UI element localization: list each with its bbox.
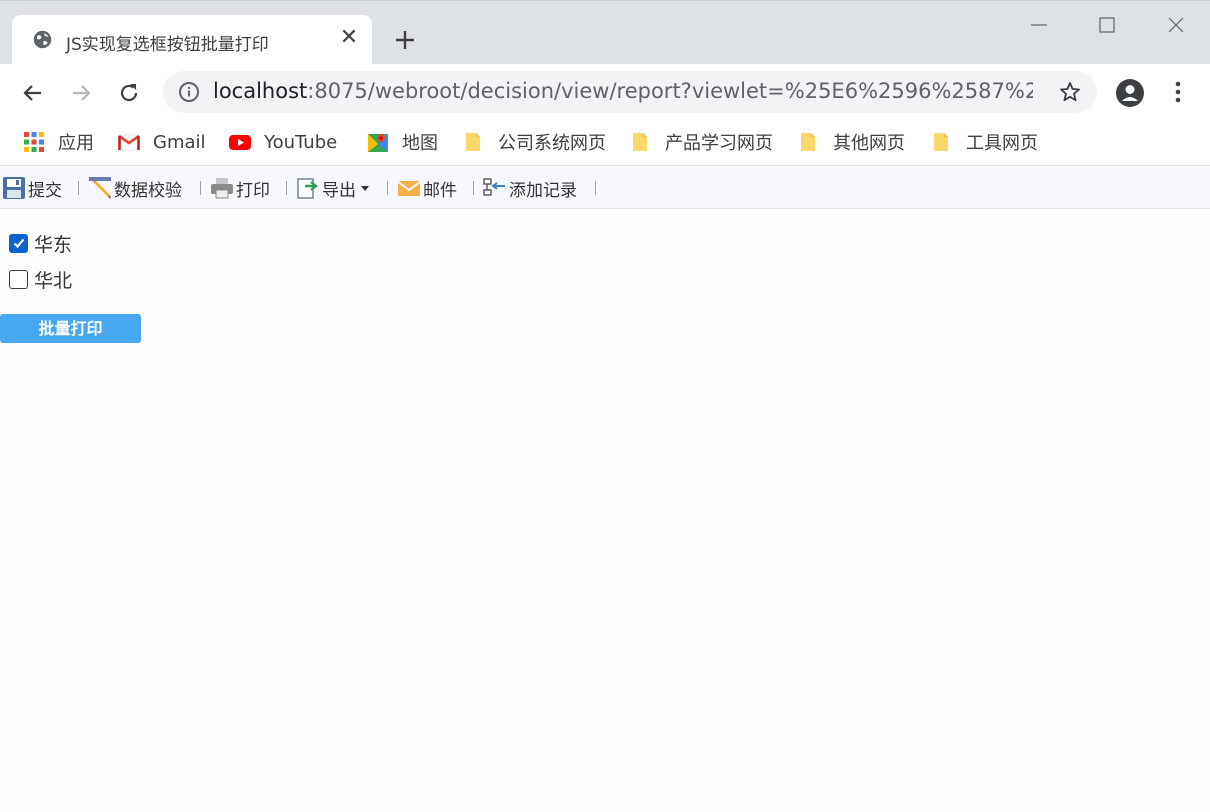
bookmark-label: 其他网页: [833, 133, 905, 154]
url-field[interactable]: localhost:8075/webroot/decision/view/rep…: [163, 71, 1097, 113]
bookmark-star-icon[interactable]: [1058, 80, 1082, 104]
submit-label: 提交: [28, 180, 62, 201]
folder-icon: [633, 133, 647, 151]
pencil-ruler-icon: [89, 177, 111, 199]
bookmark-label: YouTube: [264, 131, 338, 153]
close-tab-icon[interactable]: ✕: [338, 27, 360, 49]
maximize-icon[interactable]: [1095, 13, 1119, 37]
printer-icon: [211, 178, 233, 199]
url-path: :8075/webroot/decision/view/report?viewl…: [307, 79, 1033, 103]
forward-icon[interactable]: [68, 80, 94, 106]
checkbox-label: 华北: [34, 269, 73, 292]
bookmark-label: 地图: [402, 133, 438, 154]
toolbar-divider: [387, 181, 388, 195]
maps-icon: [368, 134, 388, 152]
export-button[interactable]: 导出: [296, 176, 370, 201]
folder-icon: [801, 133, 815, 151]
close-window-icon[interactable]: [1164, 13, 1188, 37]
checkmark-icon: [13, 238, 24, 249]
bookmarks-bar: 应用 Gmail YouTube 地图 公司系统网页 产品学习网页 其他网页 工…: [0, 120, 1210, 166]
bookmark-gmail[interactable]: Gmail: [117, 128, 206, 156]
toolbar-divider: [78, 181, 79, 195]
print-label: 打印: [236, 180, 270, 201]
toolbar-divider: [200, 181, 201, 195]
bookmark-apps[interactable]: 应用: [22, 128, 94, 156]
save-disk-icon: [3, 177, 25, 199]
region-checkbox-row[interactable]: 华东: [9, 231, 73, 256]
reload-icon[interactable]: [116, 80, 142, 106]
bookmark-label: 工具网页: [966, 133, 1038, 154]
profile-icon[interactable]: [1115, 78, 1145, 108]
bookmark-folder-company[interactable]: 公司系统网页: [462, 128, 606, 156]
new-tab-icon[interactable]: [392, 27, 418, 53]
region-checkbox-row[interactable]: 华北: [9, 267, 73, 292]
tab-title: JS实现复选框按钮批量打印: [66, 35, 269, 55]
add-record-icon: [483, 178, 505, 196]
submit-button[interactable]: 提交: [2, 176, 62, 201]
bookmark-label: 应用: [58, 133, 94, 154]
validate-label: 数据校验: [114, 180, 182, 201]
url-host: localhost: [213, 79, 308, 103]
folder-icon: [934, 133, 948, 151]
gmail-icon: [118, 134, 140, 151]
bookmark-folder-product[interactable]: 产品学习网页: [629, 128, 773, 156]
bookmark-label: Gmail: [153, 131, 206, 153]
email-label: 邮件: [423, 180, 457, 201]
folder-icon: [466, 133, 480, 151]
print-button[interactable]: 打印: [210, 176, 270, 201]
email-button[interactable]: 邮件: [397, 176, 457, 201]
report-toolbar: 提交 数据校验 打印 导出 邮件 添加记录: [0, 167, 1210, 209]
bookmark-label: 产品学习网页: [665, 133, 773, 154]
youtube-icon: [229, 135, 251, 150]
validate-button[interactable]: 数据校验: [88, 176, 182, 201]
globe-icon: [33, 30, 52, 49]
checkbox-label: 华东: [34, 233, 73, 256]
bookmark-youtube[interactable]: YouTube: [228, 128, 337, 156]
report-content: 华东 华北 批量打印: [0, 210, 1210, 812]
browser-tab[interactable]: JS实现复选框按钮批量打印 ✕: [12, 15, 372, 65]
toolbar-divider: [286, 181, 287, 195]
browser-tab-strip: JS实现复选框按钮批量打印 ✕: [0, 0, 1210, 65]
apps-grid-icon: [24, 132, 44, 152]
batch-print-button[interactable]: 批量打印: [0, 314, 141, 343]
bookmark-folder-other[interactable]: 其他网页: [797, 128, 905, 156]
checkbox-checked[interactable]: [9, 233, 28, 253]
add-record-label: 添加记录: [509, 180, 577, 201]
toolbar-divider: [473, 181, 474, 195]
menu-dots-icon[interactable]: [1168, 78, 1188, 106]
address-bar-row: localhost:8075/webroot/decision/view/rep…: [0, 64, 1210, 120]
export-label: 导出: [322, 180, 356, 201]
bookmark-folder-tools[interactable]: 工具网页: [930, 128, 1038, 156]
checkbox-unchecked[interactable]: [9, 269, 28, 289]
dropdown-caret-icon: [361, 186, 369, 191]
minimize-icon[interactable]: [1027, 13, 1051, 37]
bookmark-maps[interactable]: 地图: [366, 128, 438, 156]
add-record-button[interactable]: 添加记录: [483, 176, 577, 201]
url-text: localhost:8075/webroot/decision/view/rep…: [213, 79, 1033, 103]
back-icon[interactable]: [20, 80, 46, 106]
mail-envelope-icon: [397, 181, 421, 196]
toolbar-divider: [595, 181, 596, 195]
export-icon: [297, 178, 318, 199]
bookmark-label: 公司系统网页: [498, 133, 606, 154]
info-icon[interactable]: [178, 81, 200, 103]
